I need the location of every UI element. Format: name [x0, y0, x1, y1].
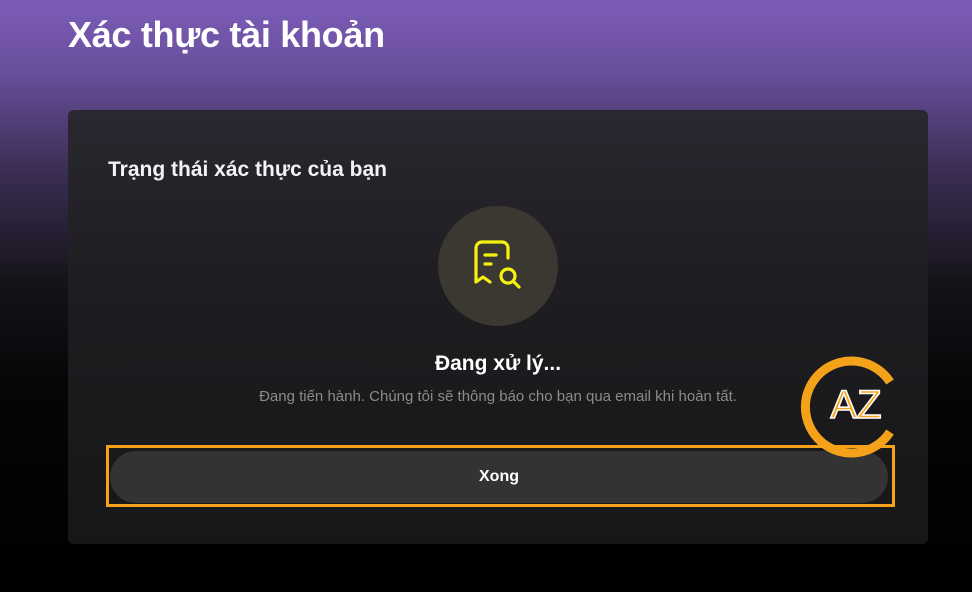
- status-icon-badge: [438, 206, 558, 326]
- page-title: Xác thực tài khoản: [68, 14, 385, 55]
- card-heading: Trạng thái xác thực của bạn: [108, 158, 387, 181]
- az-logo-text: AZ: [830, 383, 881, 427]
- document-search-icon: [474, 240, 521, 289]
- done-button-highlight: [106, 445, 895, 507]
- az-logo-watermark: AZ: [800, 356, 894, 458]
